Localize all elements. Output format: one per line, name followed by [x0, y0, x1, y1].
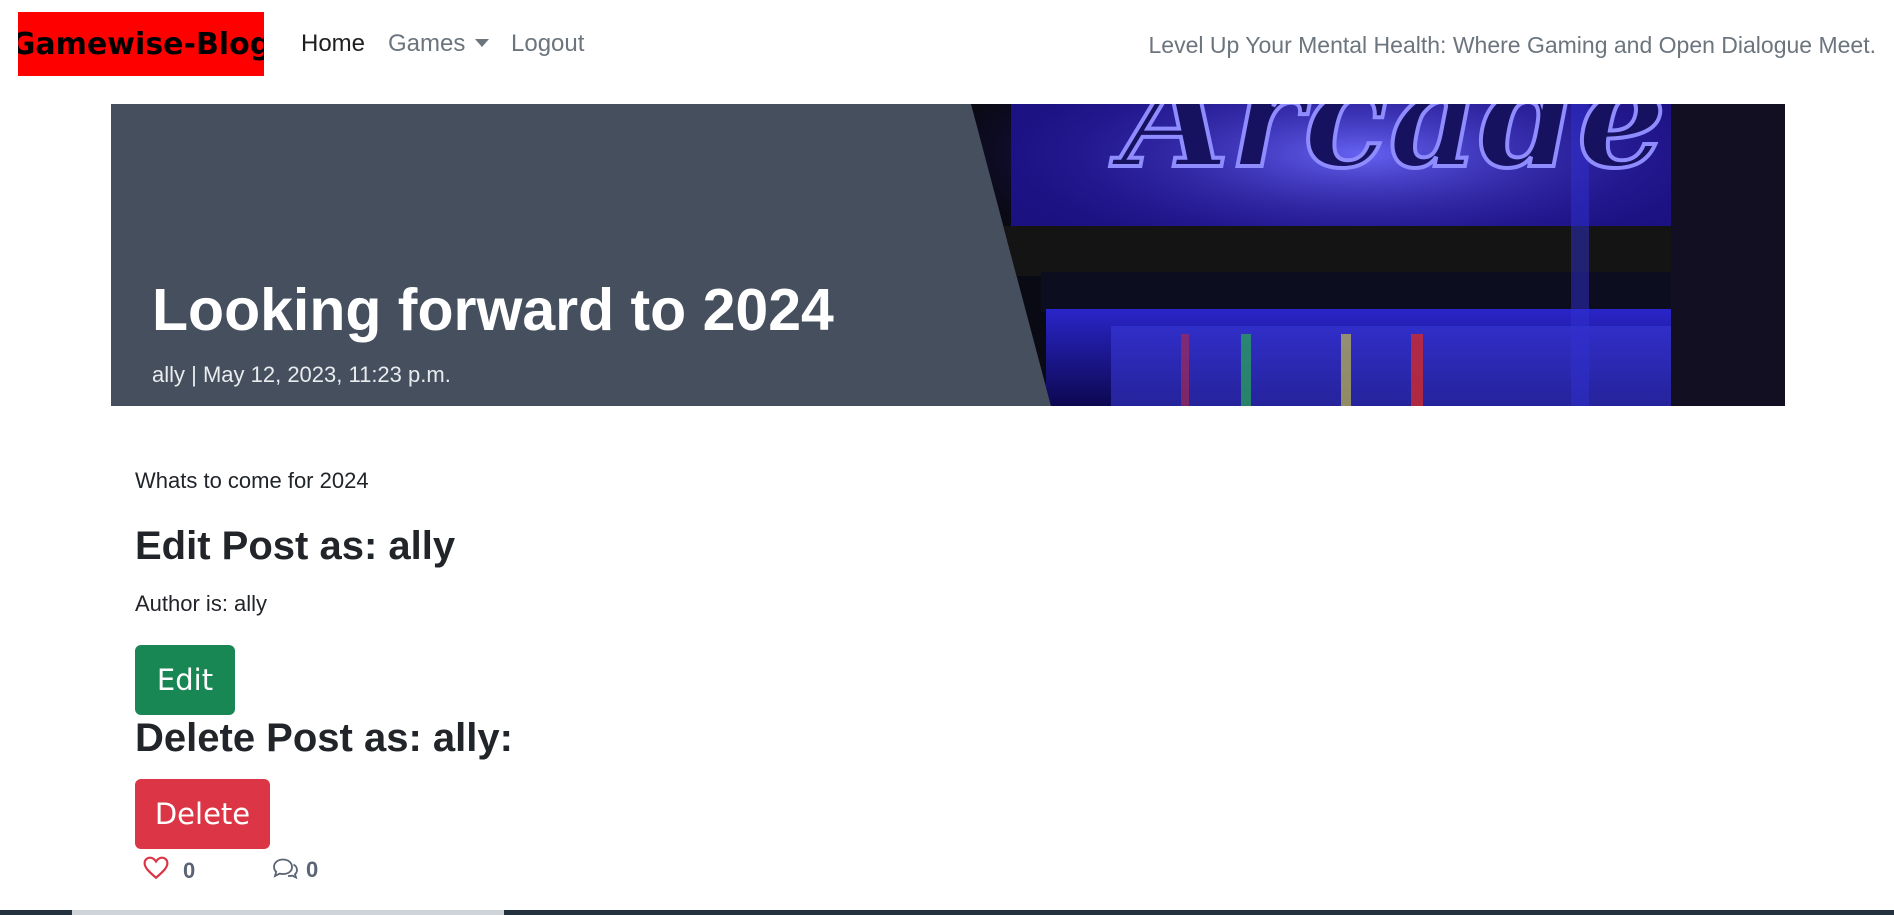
navbar: Gamewise-Blog Home Games Logout Level Up…: [0, 0, 1894, 92]
arcade-hero-image: Arcade: [971, 104, 1785, 406]
comment-count: 0: [306, 857, 319, 882]
nav-logout-link[interactable]: Logout: [511, 30, 584, 58]
heart-icon[interactable]: [143, 856, 169, 880]
nav-home-link[interactable]: Home: [301, 30, 365, 58]
brand-logo[interactable]: Gamewise-Blog: [18, 12, 264, 76]
comments-icon: [273, 858, 298, 880]
edit-button[interactable]: Edit: [135, 645, 235, 715]
post-stats: 0 0: [143, 854, 543, 884]
like-count: 0: [183, 858, 196, 883]
chevron-down-icon: [475, 38, 490, 47]
nav-games-dropdown[interactable]: Games: [388, 30, 490, 58]
svg-text:Arcade: Arcade: [1110, 104, 1666, 200]
delete-button[interactable]: Delete: [135, 779, 270, 849]
site-tagline: Level Up Your Mental Health: Where Gamin…: [1148, 32, 1876, 58]
nav-games-label: Games: [388, 30, 466, 57]
bottom-edge-highlight: [72, 910, 504, 915]
post-title: Looking forward to 2024: [152, 277, 834, 343]
edit-post-heading: Edit Post as: ally: [135, 524, 456, 568]
post-meta: ally | May 12, 2023, 11:23 p.m.: [152, 362, 451, 387]
author-line: Author is: ally: [135, 591, 268, 616]
delete-post-heading: Delete Post as: ally:: [135, 716, 513, 760]
bottom-edge-bar: [0, 910, 1894, 915]
post-hero: Arcade Looking forward to 2024 ally | Ma…: [111, 104, 1785, 406]
post-excerpt: Whats to come for 2024: [135, 468, 369, 493]
